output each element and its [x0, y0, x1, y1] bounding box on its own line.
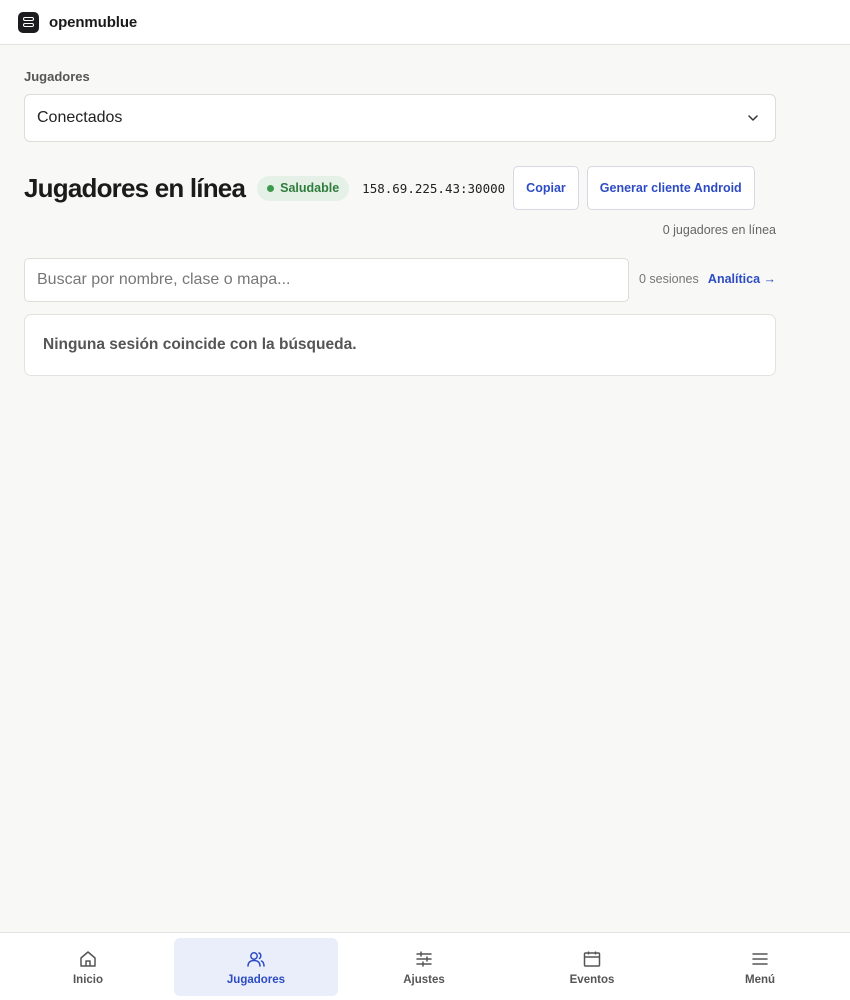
nav-label: Menú	[744, 973, 776, 986]
calendar-icon	[583, 951, 601, 967]
app-name[interactable]: openmublue	[49, 14, 137, 31]
filter-label: Jugadores	[24, 69, 90, 84]
nav-label: Jugadores	[226, 973, 286, 986]
status-text: Saludable	[280, 181, 340, 195]
analytics-link[interactable]: Analítica →	[708, 272, 776, 286]
top-bar: openmublue	[0, 0, 850, 45]
home-icon	[80, 950, 96, 967]
copy-button[interactable]: Copiar	[513, 166, 579, 210]
session-count: 0 sesiones	[639, 272, 699, 286]
nav-item-jugadores[interactable]: Jugadores	[174, 938, 338, 996]
empty-state: Ninguna sesión coincide con la búsqueda.	[24, 314, 776, 376]
status-dot-icon	[267, 184, 275, 192]
nav-item-eventos[interactable]: Eventos	[510, 938, 674, 996]
bottom-navigation: Inicio Jugadores Ajustes Eventos Menú	[0, 932, 850, 1000]
nav-label: Inicio	[72, 973, 104, 986]
online-player-count: 0 jugadores en línea	[662, 223, 776, 237]
nav-item-ajustes[interactable]: Ajustes	[342, 938, 506, 996]
menu-icon	[752, 952, 768, 965]
empty-state-message: Ninguna sesión coincide con la búsqueda.	[43, 336, 357, 353]
player-filter-select[interactable]: Conectados	[24, 94, 776, 142]
search-placeholder: Buscar por nombre, clase o mapa...	[37, 271, 291, 288]
logo-icon[interactable]	[18, 11, 39, 33]
filter-selected-value: Conectados	[37, 109, 123, 126]
page-title: Jugadores en línea	[24, 172, 246, 203]
page-header: Jugadores en línea Saludable 158.69.225.…	[24, 166, 755, 210]
server-address: 158.69.225.43:30000	[362, 180, 506, 196]
nav-item-menu[interactable]: Menú	[678, 938, 842, 996]
nav-label: Eventos	[569, 973, 615, 986]
search-input[interactable]: Buscar por nombre, clase o mapa...	[24, 258, 629, 302]
generate-android-client-button[interactable]: Generar cliente Android	[586, 166, 755, 210]
nav-item-inicio[interactable]: Inicio	[6, 938, 170, 996]
users-icon	[247, 951, 265, 967]
chevron-down-icon	[748, 115, 758, 121]
sliders-icon	[416, 950, 432, 967]
nav-label: Ajustes	[403, 973, 445, 986]
status-badge: Saludable	[257, 175, 350, 201]
